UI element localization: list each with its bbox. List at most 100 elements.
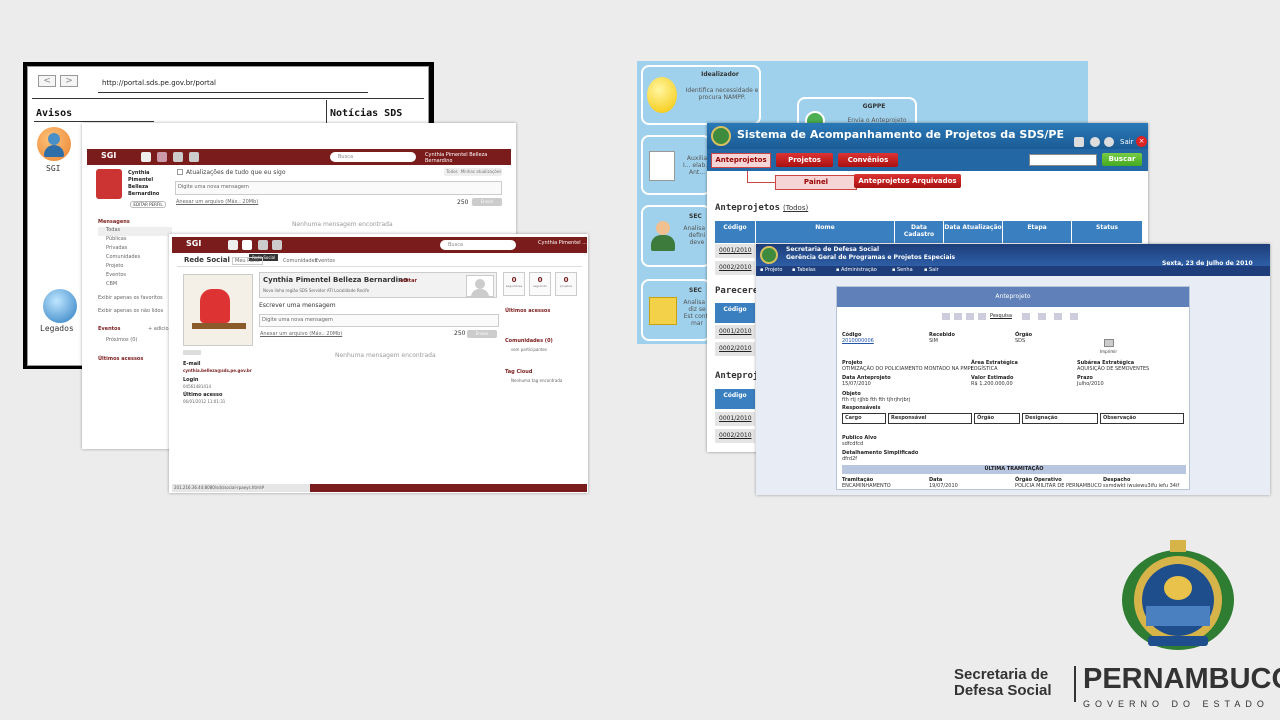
send-button[interactable]: Enviar — [472, 198, 502, 206]
col-status[interactable]: Status — [1072, 221, 1142, 243]
search-input[interactable]: Busca — [440, 240, 516, 250]
col-nome[interactable]: Nome — [756, 221, 894, 243]
tag-cloud-empty: Nenhuma tag encontrada — [511, 378, 563, 383]
refresh-icon[interactable] — [1054, 313, 1062, 320]
sidebar-item[interactable]: Públicas — [98, 236, 172, 245]
menu-label: Administração — [840, 267, 877, 273]
prev-record-icon[interactable] — [954, 313, 962, 320]
crumb-comunidades[interactable]: Comunidades — [283, 258, 317, 264]
export-icon[interactable] — [1070, 313, 1078, 320]
crumb-eventos[interactable]: Eventos — [315, 258, 335, 264]
chart-icon[interactable] — [189, 152, 199, 162]
messages-icon[interactable] — [141, 152, 151, 162]
sidebar-item[interactable]: Privadas — [98, 245, 172, 254]
favorites-checkbox[interactable]: Exibir apenas os favoritos — [98, 295, 163, 301]
attach-link[interactable]: Anexar um arquivo (Máx.: 20Mb) — [176, 199, 258, 205]
card-title: Anteprojeto — [837, 287, 1189, 307]
pesquisa-link[interactable]: Pesquisa — [990, 313, 1012, 319]
todos-link[interactable]: (Todos) — [783, 204, 808, 212]
tab-convenios[interactable]: Convênios — [838, 153, 898, 167]
message-input[interactable]: Digite uma nova mensagem — [259, 314, 499, 327]
table-row-code[interactable]: 0001/2010 — [715, 412, 755, 426]
sidebar-item[interactable]: Eventos — [98, 272, 172, 281]
feed-checkbox[interactable] — [177, 169, 183, 175]
chart-icon[interactable] — [272, 240, 282, 250]
edit-profile-button[interactable]: EDITAR PERFIL — [130, 201, 166, 208]
legados-shortcut[interactable]: Legados — [38, 289, 86, 337]
table-row-code[interactable]: 0001/2010 — [715, 244, 755, 258]
back-arrow-icon[interactable]: < — [38, 75, 56, 87]
menu-projeto[interactable]: ▪ Projeto — [760, 267, 782, 273]
crumb-meu-perfil[interactable]: Meu Perfil — [232, 257, 263, 265]
printer-icon[interactable] — [1104, 339, 1114, 347]
sgi-logo[interactable]: SGI — [101, 151, 116, 160]
col-data-cadastro[interactable]: Data Cadastro — [895, 221, 943, 243]
table-row-code[interactable]: 0002/2010 — [715, 429, 755, 443]
forward-arrow-icon[interactable]: > — [60, 75, 78, 87]
divider — [177, 266, 582, 267]
sgi-shortcut[interactable]: SGI — [34, 127, 74, 175]
user-icon[interactable] — [1090, 137, 1100, 147]
edit-icon[interactable] — [1022, 313, 1030, 320]
message-input[interactable]: Digite uma nova mensagem — [175, 181, 502, 195]
col-codigo[interactable]: Código — [715, 389, 755, 409]
table-header: Código Nome Data Cadastro Data Atualizaç… — [715, 221, 1145, 243]
col-codigo[interactable]: Código — [715, 303, 755, 323]
sidebar-item[interactable]: Comunidades — [98, 254, 172, 263]
table-row-code[interactable]: 0002/2010 — [715, 261, 755, 275]
network-icon[interactable] — [157, 152, 167, 162]
sidebar-item[interactable]: Projeto — [98, 263, 172, 272]
last-record-icon[interactable] — [978, 313, 986, 320]
help-icon[interactable] — [1104, 137, 1114, 147]
table-row-code[interactable]: 0001/2010 — [715, 325, 755, 339]
table-row-code[interactable]: 0002/2010 — [715, 342, 755, 356]
tab-projetos[interactable]: Projetos — [776, 153, 833, 167]
menu-administracao[interactable]: ▪ Administração — [836, 267, 877, 273]
col-etapa[interactable]: Etapa — [1003, 221, 1071, 243]
col-codigo[interactable]: Código — [715, 221, 755, 243]
sidebar-item[interactable]: CBM — [98, 281, 172, 290]
close-icon[interactable]: × — [1136, 136, 1147, 147]
col-data-atualizacao[interactable]: Data Atualização — [944, 221, 1002, 243]
flow-title: GGPPE — [862, 103, 886, 110]
empty-message: Nenhuma mensagem encontrada — [335, 352, 436, 359]
tab-todos[interactable]: Todos — [444, 168, 460, 176]
user-menu[interactable]: Cynthia Pimentel ... — [538, 240, 587, 246]
document-icon[interactable] — [173, 152, 183, 162]
search-input[interactable]: Busca — [330, 152, 416, 162]
stat-projetos[interactable]: 0 projetos — [555, 272, 577, 296]
delete-icon[interactable] — [1038, 313, 1046, 320]
document-icon[interactable] — [258, 240, 268, 250]
next-record-icon[interactable] — [966, 313, 974, 320]
menu-tabelas[interactable]: ▪ Tabelas — [792, 267, 816, 273]
profile-header: Cynthia Pimentel Belleza Bernardino edit… — [259, 272, 497, 298]
sair-link[interactable]: Sair — [1120, 138, 1134, 146]
subtab-painel[interactable]: Painel — [775, 175, 857, 190]
codigo-value[interactable]: 2010000006 — [842, 338, 874, 344]
edit-link[interactable]: editar — [400, 278, 417, 284]
tab-minhas[interactable]: Minhas atualizações — [460, 168, 502, 176]
user-menu[interactable]: Cynthia Pimentel Belleza Bernardino — [425, 152, 511, 164]
attach-link[interactable]: Anexar um arquivo (Máx.: 20Mb) — [260, 331, 342, 337]
buscar-button[interactable]: Buscar — [1102, 153, 1142, 166]
subtab-arquivados[interactable]: Anteprojetos Arquivados — [854, 174, 961, 188]
sidebar-item[interactable]: Todas — [98, 227, 172, 236]
sgi-logo[interactable]: SGI — [186, 239, 201, 248]
menu-senha[interactable]: ▪ Senha — [892, 267, 913, 273]
email-value[interactable]: cynthia.belleza@sds.pe.gov.br — [183, 368, 252, 373]
first-record-icon[interactable] — [942, 313, 950, 320]
network-icon[interactable] — [242, 240, 252, 250]
home-icon[interactable] — [1074, 137, 1084, 147]
unread-checkbox[interactable]: Exibir apenas os não lidos — [98, 308, 163, 314]
address-bar[interactable]: http://portal.sds.pe.gov.br/portal — [98, 79, 368, 93]
tram-value-data: 19/07/2010 — [929, 483, 958, 489]
flow-title: Idealizador — [701, 71, 739, 78]
search-input[interactable] — [1029, 154, 1097, 166]
menu-sair[interactable]: ▪ Sair — [924, 267, 939, 273]
tab-anteprojetos[interactable]: Anteprojetos — [711, 153, 771, 168]
stat-seguindo[interactable]: 0 seguindo — [529, 272, 551, 296]
stat-seguidores[interactable]: 0 seguidores — [503, 272, 525, 296]
send-button[interactable]: Enviar — [467, 330, 497, 338]
messages-icon[interactable] — [228, 240, 238, 250]
photo-controls[interactable] — [183, 350, 201, 355]
